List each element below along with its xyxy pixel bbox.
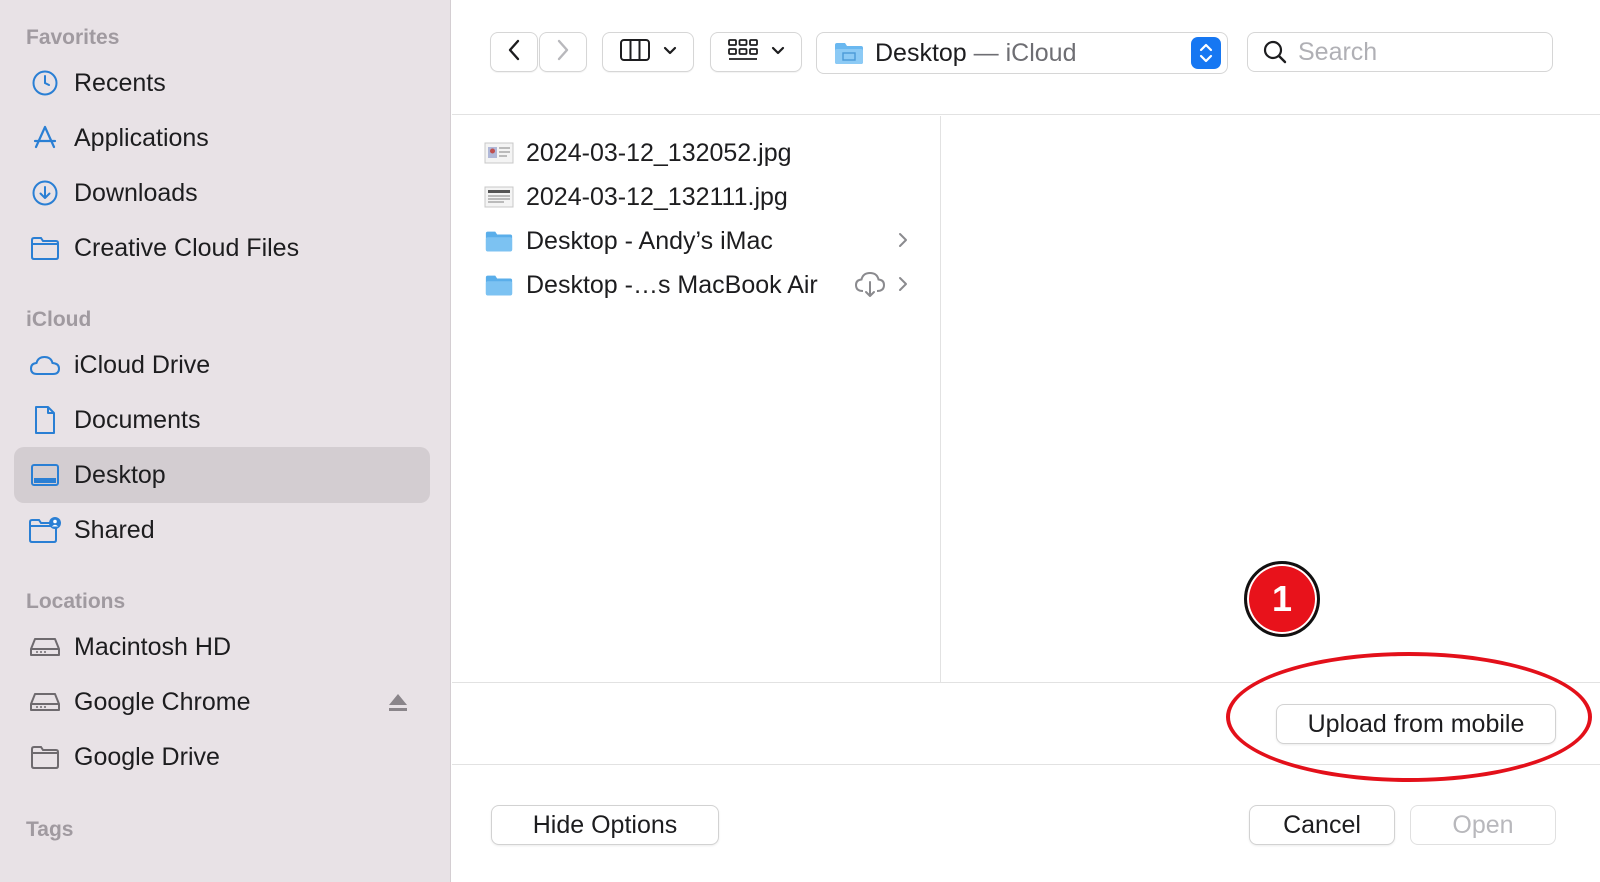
- section-title-icloud: iCloud: [26, 308, 92, 331]
- chevron-down-icon: [663, 43, 677, 61]
- columns-view-icon: [619, 38, 651, 67]
- sidebar-item-downloads[interactable]: Downloads: [14, 165, 430, 221]
- sidebar-item-label: Downloads: [74, 178, 198, 207]
- shared-folder-icon: [28, 513, 62, 547]
- toolbar: Desktop — iCloud: [452, 0, 1600, 115]
- folder-icon: [28, 231, 62, 265]
- file-list: 2024-03-12_132052.jpg 2024-03-12_132111.…: [452, 116, 941, 682]
- sidebar-item-label: Shared: [74, 515, 155, 544]
- location-popup[interactable]: Desktop — iCloud: [816, 32, 1228, 74]
- drive-icon: [28, 685, 62, 719]
- sidebar-item-label: Macintosh HD: [74, 632, 231, 661]
- forward-button[interactable]: [539, 32, 587, 72]
- folder-icon: [484, 270, 514, 300]
- sidebar: Favorites Recents Applications Downloads…: [0, 0, 451, 882]
- sidebar-item-label: Google Drive: [74, 742, 220, 771]
- sidebar-item-label: Applications: [74, 123, 209, 152]
- hide-options-button[interactable]: Hide Options: [491, 805, 719, 845]
- open-button[interactable]: Open: [1410, 805, 1556, 845]
- folder-icon: [28, 740, 62, 774]
- location-label: Desktop — iCloud: [875, 39, 1076, 68]
- download-icon: [28, 176, 62, 210]
- cloud-icon: [28, 348, 62, 382]
- image-file-icon: [484, 182, 514, 212]
- options-area: Upload from mobile: [452, 682, 1600, 765]
- sidebar-item-desktop[interactable]: Desktop: [14, 447, 430, 503]
- chevron-right-icon: [555, 38, 571, 67]
- search-input[interactable]: [1298, 37, 1538, 67]
- file-name: 2024-03-12_132052.jpg: [526, 138, 792, 167]
- upload-from-mobile-button[interactable]: Upload from mobile: [1276, 704, 1556, 744]
- file-name: 2024-03-12_132111.jpg: [526, 182, 788, 211]
- folder-icon: [484, 226, 514, 256]
- chevron-down-icon: [771, 43, 785, 61]
- grid-icon: [727, 37, 759, 68]
- clock-icon: [28, 66, 62, 100]
- sidebar-item-recents[interactable]: Recents: [14, 55, 430, 111]
- file-name: Desktop - Andy’s iMac: [526, 226, 773, 255]
- drive-icon: [28, 630, 62, 664]
- search-field[interactable]: [1247, 32, 1553, 72]
- sidebar-item-google-chrome[interactable]: Google Chrome: [14, 674, 430, 730]
- sidebar-item-applications[interactable]: Applications: [14, 110, 430, 166]
- file-row[interactable]: Desktop - Andy’s iMac: [452, 219, 941, 263]
- folder-icon: [833, 40, 865, 66]
- back-button[interactable]: [490, 32, 538, 72]
- sidebar-item-label: Google Chrome: [74, 687, 251, 716]
- sidebar-item-creative-cloud-files[interactable]: Creative Cloud Files: [14, 220, 430, 276]
- cancel-button[interactable]: Cancel: [1249, 805, 1395, 845]
- chevron-right-icon: [897, 275, 909, 298]
- sidebar-item-shared[interactable]: Shared: [14, 502, 430, 558]
- sidebar-item-label: Recents: [74, 68, 166, 97]
- sidebar-item-documents[interactable]: Documents: [14, 392, 430, 448]
- image-file-icon: [484, 138, 514, 168]
- chevron-right-icon: [897, 231, 909, 254]
- up-down-chevron-icon: [1191, 37, 1221, 69]
- view-mode-button[interactable]: [602, 32, 694, 72]
- sidebar-item-google-drive[interactable]: Google Drive: [14, 729, 430, 785]
- location-sub: — iCloud: [966, 38, 1077, 67]
- section-title-favorites: Favorites: [26, 26, 120, 49]
- desktop-icon: [28, 458, 62, 492]
- cloud-download-icon[interactable]: [853, 269, 887, 304]
- group-by-button[interactable]: [710, 32, 802, 72]
- location-name: Desktop: [875, 38, 967, 67]
- sidebar-item-label: Documents: [74, 405, 201, 434]
- section-title-locations: Locations: [26, 590, 126, 613]
- section-title-tags: Tags: [26, 818, 74, 841]
- sidebar-item-icloud-drive[interactable]: iCloud Drive: [14, 337, 430, 393]
- sidebar-item-label: Creative Cloud Files: [74, 233, 300, 262]
- annotation-badge: 1: [1244, 561, 1320, 637]
- eject-icon[interactable]: [386, 690, 410, 714]
- document-icon: [28, 403, 62, 437]
- chevron-left-icon: [506, 38, 522, 67]
- sidebar-item-label: iCloud Drive: [74, 350, 211, 379]
- sidebar-item-macintosh-hd[interactable]: Macintosh HD: [14, 619, 430, 675]
- file-name: Desktop -…s MacBook Air: [526, 270, 818, 299]
- file-row[interactable]: 2024-03-12_132111.jpg: [452, 175, 941, 219]
- file-row[interactable]: 2024-03-12_132052.jpg: [452, 131, 941, 175]
- file-row[interactable]: Desktop -…s MacBook Air: [452, 263, 941, 307]
- applications-icon: [28, 121, 62, 155]
- sidebar-item-label: Desktop: [74, 460, 166, 489]
- search-icon: [1262, 39, 1288, 65]
